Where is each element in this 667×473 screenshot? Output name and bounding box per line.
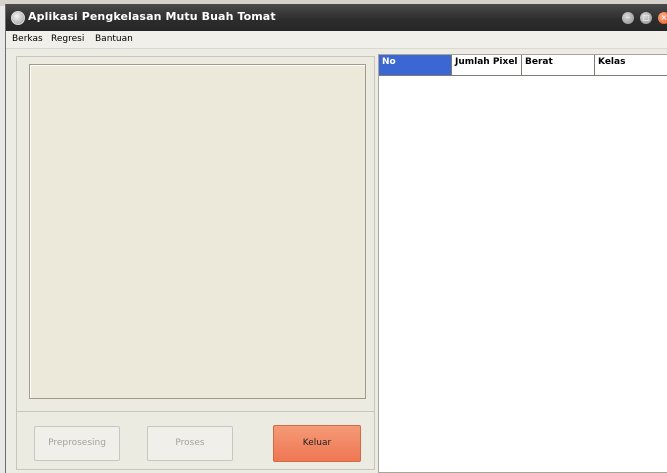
close-icon[interactable]: × bbox=[658, 12, 667, 24]
process-button[interactable]: Proses bbox=[147, 426, 233, 461]
menu-bantuan[interactable]: Bantuan bbox=[95, 34, 133, 44]
maximize-icon[interactable]: □ bbox=[640, 12, 652, 24]
menu-berkas[interactable]: Berkas bbox=[12, 34, 43, 44]
menu-regresi[interactable]: Regresi bbox=[51, 34, 84, 44]
column-header-pixel-count[interactable]: Jumlah Pixel bbox=[452, 55, 522, 75]
column-header-class[interactable]: Kelas bbox=[595, 55, 667, 75]
action-button-panel: Preprosesing Proses Keluar bbox=[16, 411, 375, 470]
result-table[interactable]: No Jumlah Pixel Berat Kelas bbox=[378, 54, 667, 473]
window-title: Aplikasi Pengkelasan Mutu Buah Tomat bbox=[28, 10, 276, 23]
column-header-weight[interactable]: Berat bbox=[522, 55, 595, 75]
column-header-no[interactable]: No bbox=[379, 55, 452, 75]
app-window: Aplikasi Pengkelasan Mutu Buah Tomat – □… bbox=[5, 4, 667, 473]
preprocess-button[interactable]: Preprosesing bbox=[34, 426, 120, 461]
table-header: No Jumlah Pixel Berat Kelas bbox=[379, 55, 667, 76]
menu-bar: Berkas Regresi Bantuan bbox=[6, 31, 667, 49]
image-panel bbox=[16, 56, 375, 414]
title-bar[interactable]: Aplikasi Pengkelasan Mutu Buah Tomat – □… bbox=[6, 4, 667, 31]
exit-button[interactable]: Keluar bbox=[273, 425, 361, 462]
minimize-icon[interactable]: – bbox=[622, 12, 634, 24]
image-display-area bbox=[29, 64, 366, 399]
app-icon bbox=[11, 11, 25, 25]
